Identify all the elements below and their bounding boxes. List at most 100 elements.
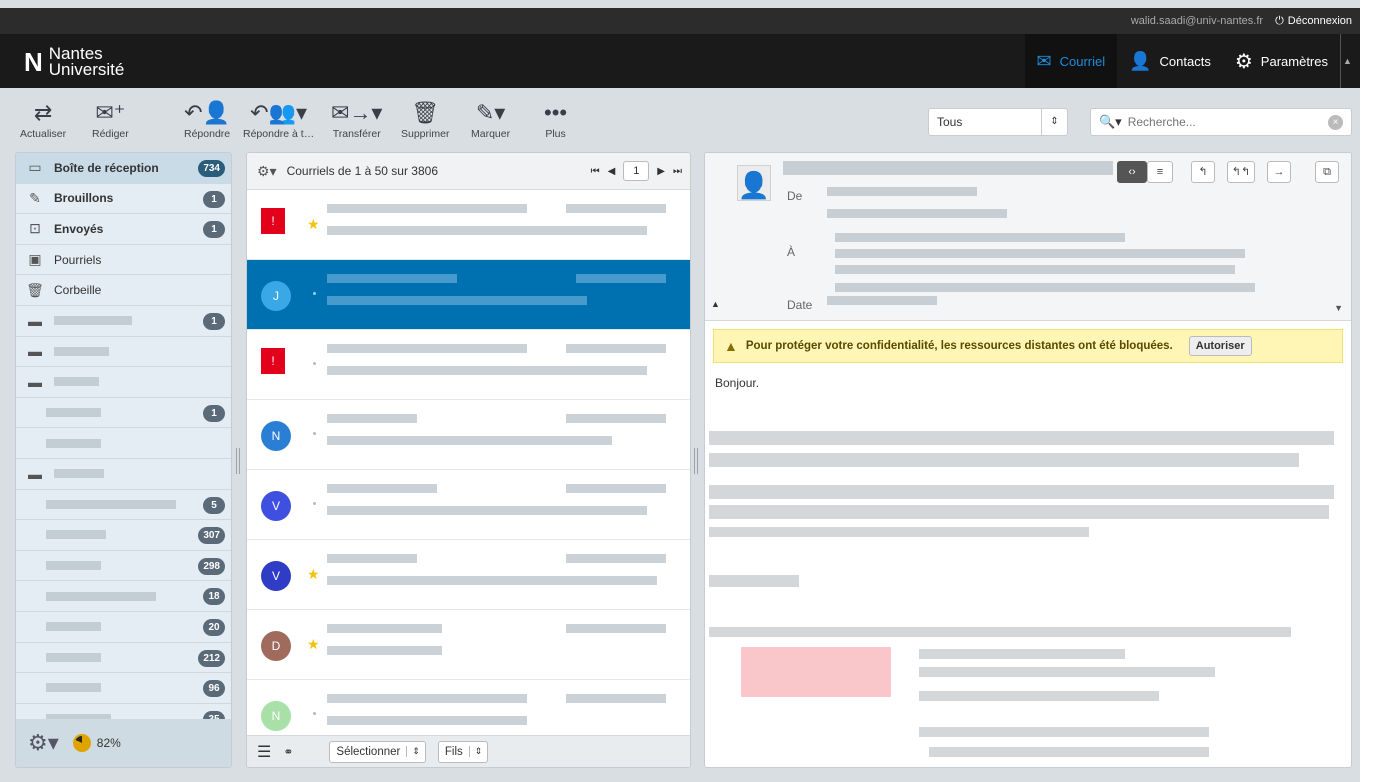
redacted-sender [327, 484, 437, 493]
star-icon[interactable]: ★ [307, 216, 320, 233]
redacted-subject [783, 161, 1113, 175]
unread-badge: 5 [203, 496, 225, 514]
nav-menu-caret[interactable]: ▲ [1340, 34, 1354, 88]
message-row[interactable]: V ★ [247, 540, 690, 610]
redacted-to [835, 233, 1125, 242]
redacted-date [566, 484, 666, 493]
pencil-icon: ✎ [29, 189, 41, 206]
expand-down-icon[interactable]: ▼ [1334, 303, 1343, 313]
forward-icon[interactable]: → [1267, 161, 1291, 183]
reply-all-button[interactable]: ↶👥▾ Répondre à t… [243, 98, 314, 140]
folder-item[interactable]: 298 [16, 551, 231, 582]
folder-item[interactable]: ▬ 1 [16, 306, 231, 337]
folder-inbox[interactable]: ▭ Boîte de réception 734 [16, 153, 231, 184]
folder-item[interactable]: ▬ [16, 337, 231, 368]
redacted-label [46, 591, 156, 601]
folder-item[interactable]: ▬ [16, 367, 231, 398]
forward-button[interactable]: ✉→▾ Transférer [331, 98, 382, 140]
message-row[interactable]: ! [247, 330, 690, 400]
threads-toggle-icon[interactable]: ⚭ [283, 745, 293, 759]
unread-dot-icon [313, 502, 316, 505]
redacted-date [827, 296, 937, 305]
app-header: N Nantes Université ✉ Courriel 👤 Contact… [0, 34, 1360, 88]
allow-button[interactable]: Autoriser [1188, 336, 1252, 356]
list-view-icon[interactable]: ☰ [257, 742, 271, 762]
folder-sent[interactable]: ⊡ Envoyés 1 [16, 214, 231, 245]
select-arrows-icon: ⇕ [1041, 109, 1067, 135]
refresh-button[interactable]: ⇄ Actualiser [20, 98, 66, 140]
folder-item[interactable]: 18 [16, 581, 231, 612]
select-dropdown[interactable]: Sélectionner ⇕ [329, 740, 426, 763]
logout-button[interactable]: ⏻ Déconnexion [1275, 15, 1352, 28]
reply-all-icon: ↶👥▾ [250, 100, 308, 125]
star-icon[interactable]: ★ [307, 636, 320, 653]
redacted-date [576, 274, 666, 283]
flagged-icon: ! [261, 208, 285, 234]
clear-search-icon[interactable]: × [1328, 114, 1343, 130]
folder-item[interactable]: 96 [16, 673, 231, 704]
folder-drafts[interactable]: ✎ Brouillons 1 [16, 184, 231, 215]
prev-page-icon[interactable]: ◀ [608, 166, 616, 177]
compose-button[interactable]: ✉⁺ Rédiger [92, 98, 129, 140]
more-button[interactable]: ••• Plus [544, 98, 567, 140]
threads-dropdown[interactable]: Fils ⇕ [437, 740, 489, 763]
university-logo[interactable]: N Nantes Université [24, 45, 125, 78]
html-view-button[interactable]: ‹› [1117, 161, 1147, 183]
search-icon[interactable]: 🔍▾ [1099, 114, 1122, 130]
message-row[interactable]: N [247, 400, 690, 470]
nav-courriel[interactable]: ✉ Courriel [1024, 34, 1118, 88]
select-arrows-icon: ⇕ [468, 746, 488, 757]
folders-splitter[interactable] [236, 448, 240, 474]
flagged-icon: ! [261, 348, 285, 374]
folder-item[interactable] [16, 428, 231, 459]
redacted-subject [327, 296, 587, 305]
last-page-icon[interactable]: ⏭ [673, 166, 682, 177]
reply-all-icon[interactable]: ↰↰ [1227, 161, 1255, 183]
mark-button[interactable]: ✎▾ Marquer [471, 98, 510, 140]
redacted-body-line [929, 747, 1209, 757]
plain-view-button[interactable]: ≡ [1147, 161, 1173, 183]
folder-item[interactable]: 1 [16, 398, 231, 429]
folder-item[interactable]: 20 [16, 612, 231, 643]
folder-item[interactable]: 5 [16, 490, 231, 521]
redacted-sender [327, 274, 457, 283]
folder-settings-gear-icon[interactable]: ⚙▾ [28, 730, 59, 756]
quota-pie-icon [72, 734, 91, 752]
folder-item[interactable]: ▬ [16, 459, 231, 490]
list-options-gear-icon[interactable]: ⚙▾ [257, 163, 277, 180]
message-row-selected[interactable]: J [247, 260, 690, 330]
unread-dot-icon [313, 432, 316, 435]
folder-list: ▭ Boîte de réception 734 ✎ Brouillons 1 … [15, 152, 232, 768]
folder-item[interactable]: 307 [16, 520, 231, 551]
logo-text: Nantes Université [49, 45, 125, 78]
page-number[interactable]: 1 [623, 161, 650, 181]
message-row[interactable]: D ★ [247, 610, 690, 680]
folder-trash[interactable]: 🗑 Corbeille [16, 275, 231, 306]
redacted-subject [327, 506, 647, 515]
list-splitter[interactable] [694, 448, 698, 474]
open-new-window-icon[interactable]: ⧉ [1315, 161, 1339, 183]
search-box[interactable]: 🔍▾ × [1090, 108, 1352, 136]
folder-junk[interactable]: ▣ Pourriels [16, 245, 231, 276]
reply-button[interactable]: ↶👤 Répondre [184, 98, 230, 140]
star-icon[interactable]: ★ [307, 566, 320, 583]
inbox-icon: ▭ [28, 159, 42, 176]
message-row[interactable]: V [247, 470, 690, 540]
collapse-up-icon[interactable]: ▲ [711, 299, 720, 309]
message-row[interactable]: ! ★ [247, 190, 690, 260]
first-page-icon[interactable]: ⏮ [591, 166, 600, 177]
reply-icon[interactable]: ↰ [1191, 161, 1215, 183]
avatar: V [261, 491, 291, 521]
nav-parametres[interactable]: ⚙ Paramètres [1223, 34, 1340, 88]
top-user-bar: walid.saadi@univ-nantes.fr ⏻ Déconnexion [0, 8, 1360, 34]
nav-contacts[interactable]: 👤 Contacts [1117, 34, 1223, 88]
folder-item[interactable]: 212 [16, 643, 231, 674]
from-label: De [787, 189, 803, 203]
next-page-icon[interactable]: ▶ [657, 166, 665, 177]
redacted-label [46, 499, 176, 509]
filter-select[interactable]: Tous ⇕ [928, 108, 1068, 136]
redacted-label [46, 530, 106, 540]
folder-footer: ⚙▾ 82% [16, 719, 231, 767]
search-input[interactable] [1127, 115, 1322, 129]
delete-button[interactable]: 🗑 Supprimer [401, 98, 449, 140]
